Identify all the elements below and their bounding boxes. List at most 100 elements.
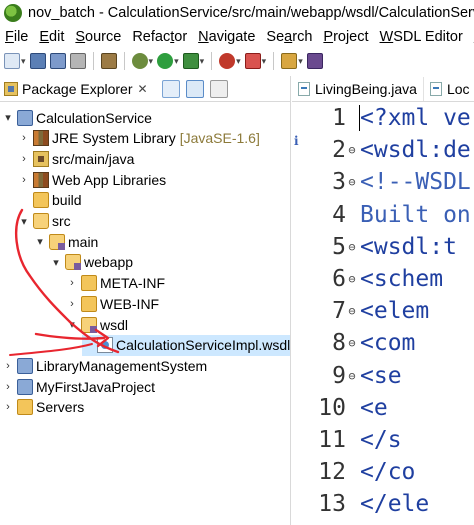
- folder-icon: [17, 399, 33, 416]
- debug-dropdown-icon[interactable]: ▾: [149, 56, 154, 67]
- search-dropdown-icon[interactable]: ▾: [298, 56, 303, 67]
- new-wizard-icon[interactable]: [219, 53, 236, 69]
- collapse-all-icon[interactable]: [161, 79, 180, 98]
- library-icon: [33, 171, 49, 188]
- tree-item[interactable]: ▾ webapp: [50, 252, 133, 273]
- chevron-down-icon[interactable]: ▾: [18, 215, 30, 228]
- chevron-right-icon[interactable]: ›: [2, 360, 14, 372]
- menu-item[interactable]: Search: [261, 29, 318, 45]
- chevron-down-icon[interactable]: ▾: [50, 256, 62, 269]
- tree-item[interactable]: › MyFirstJavaProject: [2, 376, 155, 397]
- run-dropdown-icon[interactable]: ▾: [174, 56, 179, 67]
- chevron-down-icon[interactable]: ▾: [34, 235, 46, 248]
- external-tools-dropdown-icon[interactable]: ▾: [200, 56, 205, 67]
- tree-item-label: src/main/java: [52, 150, 135, 167]
- menu-item[interactable]: Edit: [34, 29, 70, 45]
- chevron-down-icon[interactable]: ▾: [66, 318, 78, 331]
- save-icon[interactable]: [29, 53, 46, 69]
- tree-item[interactable]: › META-INF: [66, 273, 165, 294]
- java-file-icon: [429, 82, 442, 96]
- chevron-right-icon[interactable]: ›: [18, 174, 30, 186]
- code-line: 10 <e: [292, 392, 387, 424]
- line-number: 10: [318, 394, 346, 421]
- tree-item[interactable]: ▾ src: [18, 211, 71, 232]
- title-bar: nov_batch - CalculationService/src/main/…: [0, 0, 474, 26]
- tree-item[interactable]: build: [18, 190, 82, 211]
- code-text: </co: [360, 459, 416, 486]
- toolbar-separator: [273, 52, 275, 70]
- line-number: 6: [332, 266, 346, 292]
- menu-item-mnemonic: P: [323, 29, 334, 45]
- tree-item[interactable]: › WEB-INF: [66, 293, 159, 314]
- open-type-icon[interactable]: [306, 53, 323, 69]
- folder-icon: [33, 192, 49, 209]
- fold-collapse-icon[interactable]: ⊖: [346, 175, 358, 189]
- library-icon: [33, 130, 49, 147]
- view-menu-icon[interactable]: [209, 79, 228, 98]
- link-with-editor-icon[interactable]: [185, 79, 204, 98]
- menu-item[interactable]: Source: [70, 29, 127, 45]
- chevron-right-icon[interactable]: ›: [18, 153, 30, 165]
- chevron-right-icon[interactable]: ›: [18, 132, 30, 144]
- chevron-right-icon[interactable]: ›: [66, 277, 78, 289]
- server-dropdown-icon[interactable]: ▾: [262, 56, 267, 67]
- tree-item-label: build: [52, 192, 82, 209]
- tree-item[interactable]: CalculationServiceImpl.wsdl: [82, 334, 290, 356]
- tree-item[interactable]: ▾ wsdl: [66, 314, 128, 335]
- tree-item[interactable]: ▾ CalculationService: [2, 107, 152, 128]
- menu-item[interactable]: Navigate: [193, 29, 261, 45]
- close-icon[interactable]: ✕: [138, 82, 148, 96]
- build-icon[interactable]: [100, 53, 117, 69]
- chevron-right-icon[interactable]: ›: [66, 298, 78, 310]
- chevron-down-icon[interactable]: ▾: [2, 111, 14, 124]
- fold-collapse-icon[interactable]: ⊖: [346, 143, 358, 157]
- save-all-icon[interactable]: [49, 53, 66, 69]
- fold-collapse-icon[interactable]: ⊖: [346, 272, 358, 286]
- fold-collapse-icon[interactable]: ⊖: [346, 304, 358, 318]
- code-line: 11 </s: [292, 424, 401, 456]
- menu-item-label-rest: dit: [49, 29, 65, 45]
- editor-tab[interactable]: Loc: [424, 77, 474, 101]
- menu-item[interactable]: File: [0, 29, 34, 45]
- print-icon[interactable]: [69, 53, 86, 69]
- tree-item[interactable]: ▾ main: [34, 231, 98, 252]
- window-title: nov_batch - CalculationService/src/main/…: [28, 5, 474, 21]
- code-text: <wsdl:de: [360, 137, 471, 164]
- new-dropdown-icon[interactable]: ▾: [21, 56, 26, 67]
- fold-collapse-icon[interactable]: ⊖: [346, 336, 358, 350]
- tree-item[interactable]: › src/main/java: [18, 148, 134, 169]
- line-number: 13: [318, 491, 346, 518]
- menu-item-mnemonic: E: [39, 29, 50, 45]
- menu-item[interactable]: WSDL Editor: [375, 29, 469, 45]
- chevron-right-icon[interactable]: ›: [2, 381, 14, 393]
- editor-tab[interactable]: LivingBeing.java: [292, 77, 424, 101]
- code-text: <se: [360, 362, 402, 389]
- tree-item[interactable]: › Servers: [2, 397, 84, 418]
- folder-icon: [81, 275, 97, 292]
- menu-item[interactable]: Project: [318, 29, 374, 45]
- menu-item-label-prefix: Refac: [132, 29, 171, 45]
- project-icon: [17, 109, 33, 126]
- tab-package-explorer[interactable]: Package Explorer ✕: [0, 76, 152, 101]
- menu-item[interactable]: Refactor: [127, 29, 193, 45]
- tree-item[interactable]: › JRE System Library [JavaSE-1.6]: [18, 128, 260, 149]
- line-number: 12: [318, 459, 346, 486]
- chevron-right-icon[interactable]: ›: [2, 401, 14, 413]
- code-line: 5 ⊖ <wsdl:t: [292, 231, 457, 263]
- menu-item[interactable]: Run: [469, 29, 474, 45]
- new-wizard-dropdown-icon[interactable]: ▾: [236, 56, 241, 67]
- fold-collapse-icon[interactable]: ⊖: [346, 369, 358, 383]
- code-text: <wsdl:t: [360, 233, 457, 260]
- code-text: <?xml ve: [360, 105, 471, 131]
- run-icon[interactable]: [157, 53, 174, 69]
- fold-collapse-icon[interactable]: ⊖: [346, 240, 358, 254]
- search-icon[interactable]: [281, 53, 298, 69]
- new-icon[interactable]: [4, 53, 20, 69]
- debug-icon[interactable]: [131, 53, 148, 69]
- tree-item-label: JRE System Library: [52, 130, 176, 147]
- tree-item[interactable]: › LibraryManagementSystem: [2, 355, 207, 376]
- code-text: <schem: [360, 266, 444, 292]
- server-icon[interactable]: [244, 53, 261, 69]
- external-tools-icon[interactable]: [182, 53, 199, 69]
- tree-item[interactable]: › Web App Libraries: [18, 169, 166, 190]
